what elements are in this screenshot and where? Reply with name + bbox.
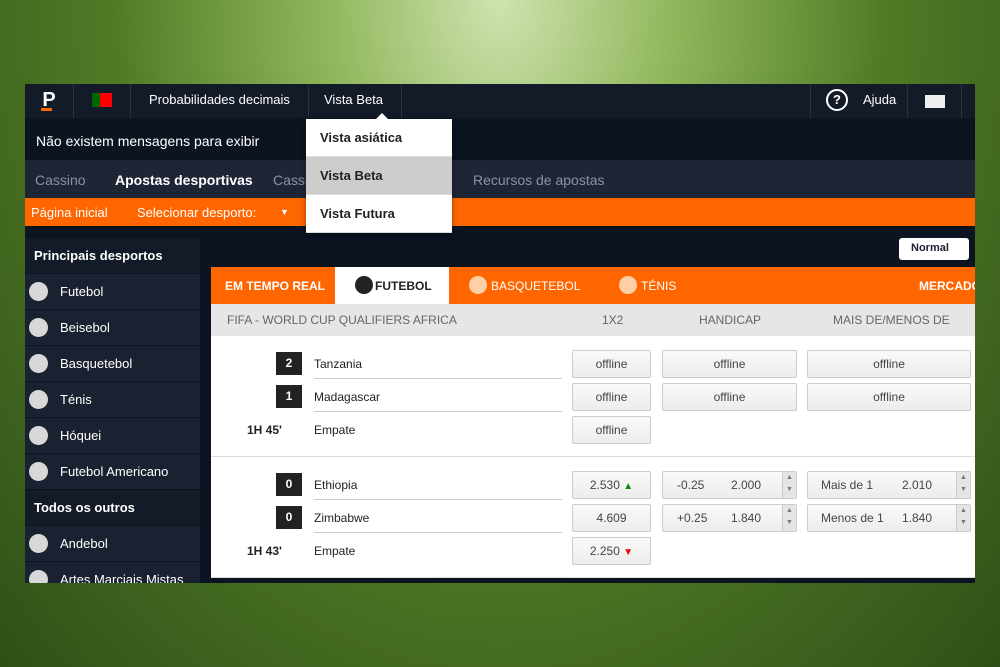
sidebar: Principais desportos Futebol Beisebol Ba… (25, 238, 200, 583)
match-row: 2 1 1H 45' Tanzania Madagascar Empate offline o… (211, 336, 975, 457)
line-stepper[interactable]: ▲ ▼ (782, 505, 796, 531)
sidebar-item-basketball[interactable]: Basquetebol (25, 346, 200, 382)
col-1x2: 1X2 (602, 313, 624, 327)
match-row: 0 0 1H 43' Ethiopia Zimbabwe Empate 2.530 ▲ 4.6… (211, 457, 975, 578)
sidebar-item-mma[interactable]: Artes Marciais Mistas (25, 562, 200, 583)
home-score: 2 (276, 352, 302, 375)
portugal-flag-icon (92, 93, 112, 107)
football-icon (355, 276, 373, 294)
over-under-odds-button[interactable]: Mais de 1 2.010 ▲ ▼ (807, 471, 971, 499)
tennis-icon (619, 276, 637, 294)
match-clock: 1H 45' (247, 423, 282, 437)
tennis-icon (29, 390, 48, 409)
tab-tennis[interactable]: TÉNIS (641, 279, 676, 293)
away-team[interactable]: Madagascar (314, 383, 562, 412)
main-content: Normal EM TEMPO REAL FUTEBOL BASQUETEBOL… (211, 226, 975, 583)
home-team[interactable]: Tanzania (314, 350, 562, 379)
nav-sports[interactable]: Apostas desportivas (115, 172, 253, 188)
away-score: 0 (276, 506, 302, 529)
odds-format-menu[interactable]: Probabilidades decimais (131, 84, 309, 118)
odds-1x2-button[interactable]: 2.250 ▼ (572, 537, 651, 565)
sidebar-header-top: Principais desportos (25, 238, 200, 274)
breadcrumb-home[interactable]: Página inicial (31, 205, 108, 220)
handball-icon (29, 534, 48, 553)
chevron-down-icon[interactable]: ▼ (280, 207, 289, 217)
view-mode-toggle[interactable]: Normal (899, 238, 969, 260)
handicap-odds-button[interactable]: offline (662, 350, 797, 378)
american-football-icon (29, 462, 48, 481)
nav-casino[interactable]: Cassino (35, 172, 86, 188)
messages-bar: Não existem mensagens para exibir (25, 118, 975, 160)
odds-1x2-button[interactable]: 4.609 (572, 504, 651, 532)
line-stepper[interactable]: ▲ ▼ (956, 472, 970, 498)
view-option-beta[interactable]: Vista Beta (306, 157, 452, 195)
sidebar-item-american-football[interactable]: Futebol Americano (25, 454, 200, 490)
help-button[interactable]: ? Ajuda (810, 84, 908, 118)
view-option-asian[interactable]: Vista asiática (306, 119, 452, 157)
sidebar-item-tennis[interactable]: Ténis (25, 382, 200, 418)
handicap-odds-button[interactable]: +0.25 1.840 ▲ ▼ (662, 504, 797, 532)
view-option-future[interactable]: Vista Futura (306, 195, 452, 233)
mma-icon (29, 570, 48, 583)
col-handicap: HANDICAP (699, 313, 762, 327)
hockey-icon (29, 426, 48, 445)
sidebar-item-handball[interactable]: Andebol (25, 526, 200, 562)
tab-live[interactable]: EM TEMPO REAL (225, 279, 325, 293)
handicap-odds-button[interactable]: -0.25 2.000 ▲ ▼ (662, 471, 797, 499)
nav-casino-live[interactable]: Cassi (273, 172, 308, 188)
draw-label: Empate (314, 423, 356, 437)
sport-select[interactable]: Selecionar desporto: (137, 205, 256, 220)
question-icon: ? (826, 89, 848, 111)
breadcrumb: Página inicial Selecionar desporto: ▼ (25, 198, 975, 226)
language-selector[interactable] (74, 84, 131, 118)
nav-betting-resources[interactable]: Recursos de apostas (473, 172, 605, 188)
messages-button[interactable] (908, 84, 962, 118)
sidebar-item-baseball[interactable]: Beisebol (25, 310, 200, 346)
draw-label: Empate (314, 544, 356, 558)
league-name: FIFA - WORLD CUP QUALIFIERS AFRICA (227, 313, 457, 327)
sidebar-header-other: Todos os outros desportos (25, 490, 200, 551)
odds-1x2-button[interactable]: offline (572, 383, 651, 411)
match-clock: 1H 43' (247, 544, 282, 558)
odds-1x2-button[interactable]: offline (572, 350, 651, 378)
basketball-icon (469, 276, 487, 294)
over-under-odds-button[interactable]: offline (807, 383, 971, 411)
main-nav: Cassino Apostas desportivas Cassi Recurs… (25, 160, 975, 198)
away-team[interactable]: Zimbabwe (314, 504, 562, 533)
over-under-odds-button[interactable]: offline (807, 350, 971, 378)
home-team[interactable]: Ethiopia (314, 471, 562, 500)
handicap-odds-button[interactable]: offline (662, 383, 797, 411)
line-stepper[interactable]: ▲ ▼ (956, 505, 970, 531)
odds-1x2-button[interactable]: 2.530 ▲ (572, 471, 651, 499)
top-bar: P Probabilidades decimais Vista Beta ? A… (25, 84, 975, 118)
sport-tabs: EM TEMPO REAL FUTEBOL BASQUETEBOL TÉNIS … (211, 267, 975, 304)
tab-basketball[interactable]: BASQUETEBOL (491, 279, 580, 293)
help-label: Ajuda (863, 92, 897, 107)
odds-1x2-button[interactable]: offline (572, 416, 651, 444)
odds-down-icon: ▼ (623, 547, 634, 558)
col-over-under: MAIS DE/MENOS DE (833, 313, 950, 327)
odds-up-icon: ▲ (623, 481, 634, 492)
view-dropdown: Vista asiática Vista Beta Vista Futura (306, 113, 452, 233)
away-score: 1 (276, 385, 302, 408)
envelope-icon (925, 95, 945, 108)
tab-markets[interactable]: MERCADOS (919, 279, 975, 293)
sportsbook-app: P Probabilidades decimais Vista Beta ? A… (25, 84, 975, 583)
basketball-icon (29, 354, 48, 373)
sidebar-item-hockey[interactable]: Hóquei (25, 418, 200, 454)
over-under-odds-button[interactable]: Menos de 1 1.840 ▲ ▼ (807, 504, 971, 532)
logo[interactable]: P (25, 84, 74, 118)
football-icon (29, 282, 48, 301)
home-score: 0 (276, 473, 302, 496)
line-stepper[interactable]: ▲ ▼ (782, 472, 796, 498)
sidebar-item-football[interactable]: Futebol (25, 274, 200, 310)
tab-football[interactable]: FUTEBOL (335, 267, 449, 304)
baseball-icon (29, 318, 48, 337)
league-header: FIFA - WORLD CUP QUALIFIERS AFRICA 1X2 H… (211, 304, 975, 336)
